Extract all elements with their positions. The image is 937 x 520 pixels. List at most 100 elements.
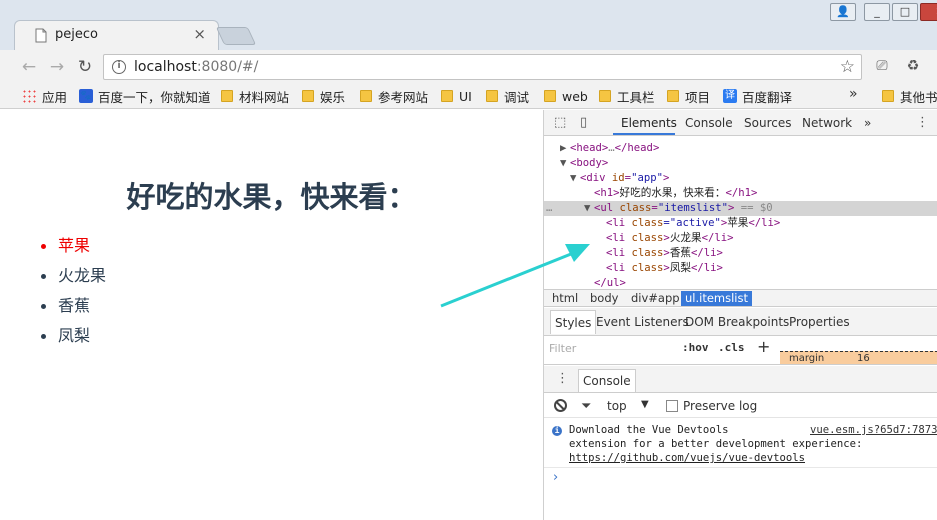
folder-icon	[360, 90, 372, 102]
chevron-down-icon[interactable]: ▼	[641, 399, 649, 410]
tab-console[interactable]: Console	[685, 116, 733, 130]
tab-close-icon[interactable]: ×	[193, 25, 206, 43]
console-toolbar: ⏷ top ▼ Preserve log	[544, 394, 937, 418]
cls-toggle[interactable]: .cls	[718, 341, 745, 354]
dom-node-h1[interactable]: <h1>好吃的水果，快来看：</h1>	[544, 186, 937, 201]
bookmark-folder[interactable]: 娱乐	[302, 87, 345, 105]
bookmark-star-icon[interactable]: ☆	[840, 57, 855, 77]
folder-icon	[486, 90, 498, 102]
breadcrumb-body[interactable]: body	[586, 291, 622, 306]
tab-title: pejeco	[55, 27, 98, 42]
reload-button[interactable]: ↻	[74, 56, 96, 78]
dom-node-head[interactable]: ▶ <head>…</head>	[544, 141, 937, 156]
close-window-button[interactable]: ✕	[920, 3, 937, 21]
preserve-log-label: Preserve log	[683, 399, 758, 413]
styles-filter-row: Filter :hov .cls + margin 16	[544, 337, 937, 365]
bookmark-baidu[interactable]: 🐾 百度一下，你就知道	[79, 87, 211, 105]
tab-sources[interactable]: Sources	[744, 116, 791, 130]
active-tab-indicator	[613, 133, 675, 135]
browser-window: pejeco × 👤 _ □ ✕ ← → ↻ i localhost:8080/…	[0, 0, 937, 520]
list-item[interactable]: 火龙果	[40, 264, 106, 294]
new-style-rule-icon[interactable]: +	[757, 337, 770, 356]
list-item[interactable]: 凤梨	[40, 324, 106, 354]
devtools-menu-icon[interactable]: ⋮	[916, 115, 929, 130]
address-bar[interactable]: i localhost:8080/#/ ☆	[103, 54, 862, 80]
filter-icon[interactable]: ⏷	[581, 399, 591, 414]
bookmark-folder[interactable]: 参考网站	[360, 87, 428, 105]
tab-elements[interactable]: Elements	[621, 116, 677, 130]
tab-dom-breakpoints[interactable]: DOM Breakpoints	[685, 315, 789, 329]
baidu-icon: 🐾	[79, 89, 93, 103]
bookmark-folder[interactable]: 工具栏	[599, 87, 655, 105]
console-prompt[interactable]: ›	[553, 470, 558, 485]
more-tabs-button[interactable]: »	[864, 116, 871, 130]
dom-tree: ▶ <head>…</head> ▼ <body> ▼ <div id="app"> …	[544, 137, 937, 289]
info-icon: i	[552, 426, 562, 436]
tab-event-listeners[interactable]: Event Listeners	[596, 315, 689, 329]
folder-icon	[882, 90, 894, 102]
info-icon[interactable]: i	[112, 60, 126, 74]
bookmark-apps[interactable]: 应用	[22, 87, 67, 105]
apps-icon	[22, 89, 36, 103]
bookmark-folder[interactable]: 材料网站	[221, 87, 289, 105]
tab-network[interactable]: Network	[802, 116, 852, 130]
message-source-link[interactable]: vue.esm.js?65d7:7873	[810, 424, 937, 436]
bookmark-folder[interactable]: 调试	[486, 87, 529, 105]
devtools-link[interactable]: https://github.com/vuejs/vue-devtools	[569, 452, 805, 464]
dom-node-li[interactable]: <li class>香蕉</li>	[544, 246, 937, 261]
drawer-splitter[interactable]	[544, 364, 937, 365]
tab-properties[interactable]: Properties	[789, 315, 850, 329]
preserve-log-checkbox[interactable]	[666, 400, 678, 412]
cast-icon[interactable]: ⎚	[872, 58, 892, 76]
url-text: localhost:8080/#/	[134, 59, 259, 75]
box-model-margin: margin 16	[780, 351, 937, 365]
dom-node-li[interactable]: <li class="active">苹果</li>	[544, 216, 937, 231]
dom-node-ul-close[interactable]: </ul>	[544, 276, 937, 289]
dom-node-li[interactable]: <li class>火龙果</li>	[544, 231, 937, 246]
clear-console-icon[interactable]	[554, 399, 567, 412]
message-line: extension for a better development exper…	[569, 438, 863, 450]
bookmark-folder[interactable]: web	[544, 87, 588, 105]
page-icon	[35, 28, 47, 43]
breadcrumb-ul-itemslist[interactable]: ul.itemslist	[681, 291, 753, 306]
breadcrumb-div-app[interactable]: div#app	[627, 291, 684, 306]
translate-icon: 译	[723, 89, 737, 103]
devtools-tabbar: ⬚ ▯ Elements Console Sources Network » ⋮	[544, 110, 937, 136]
maximize-button[interactable]: □	[892, 3, 918, 21]
browser-tab[interactable]: pejeco ×	[14, 20, 219, 50]
list-item[interactable]: 苹果	[40, 234, 106, 264]
dom-node-body[interactable]: ▼ <body>	[544, 156, 937, 171]
dom-node-ul-selected[interactable]: … ▼ <ul class="itemslist"> == $0	[544, 201, 937, 216]
drawer-menu-icon[interactable]: ⋮	[556, 371, 569, 386]
message-line: Download the Vue Devtools	[569, 424, 729, 436]
dom-node-div-app[interactable]: ▼ <div id="app">	[544, 171, 937, 186]
bookmarks-more-button[interactable]: »	[849, 86, 858, 102]
tab-styles[interactable]: Styles	[550, 310, 597, 334]
hov-toggle[interactable]: :hov	[682, 341, 709, 354]
tab-console-drawer[interactable]: Console	[578, 369, 636, 392]
bookmarks-bar: 应用 🐾 百度一下，你就知道 材料网站 娱乐 参考网站 UI 调试 web 工具栏…	[0, 83, 937, 109]
context-selector[interactable]: top	[607, 399, 627, 413]
user-icon[interactable]: 👤	[830, 3, 856, 21]
bookmark-other[interactable]: 其他书	[882, 87, 937, 105]
styles-filter-input[interactable]: Filter	[549, 342, 576, 355]
list-item[interactable]: 香蕉	[40, 294, 106, 324]
recycle-icon[interactable]: ♻	[903, 58, 923, 76]
folder-icon	[544, 90, 556, 102]
bookmark-folder[interactable]: 项目	[667, 87, 710, 105]
folder-icon	[302, 90, 314, 102]
new-tab-button[interactable]	[215, 27, 257, 45]
folder-icon	[221, 90, 233, 102]
folder-icon	[667, 90, 679, 102]
bookmark-translate[interactable]: 译百度翻译	[723, 87, 792, 105]
inspect-element-icon[interactable]: ⬚	[554, 115, 566, 130]
minimize-button[interactable]: _	[864, 3, 890, 21]
dom-node-li[interactable]: <li class>凤梨</li>	[544, 261, 937, 276]
bookmark-folder[interactable]: UI	[441, 87, 472, 105]
breadcrumb: html body div#app ul.itemslist	[544, 289, 937, 307]
breadcrumb-html[interactable]: html	[548, 291, 582, 306]
device-toolbar-icon[interactable]: ▯	[580, 115, 587, 130]
forward-button[interactable]: →	[46, 56, 68, 78]
back-button[interactable]: ←	[18, 56, 40, 78]
console-message: i Download the Vue Devtools vue.esm.js?6…	[544, 420, 937, 468]
